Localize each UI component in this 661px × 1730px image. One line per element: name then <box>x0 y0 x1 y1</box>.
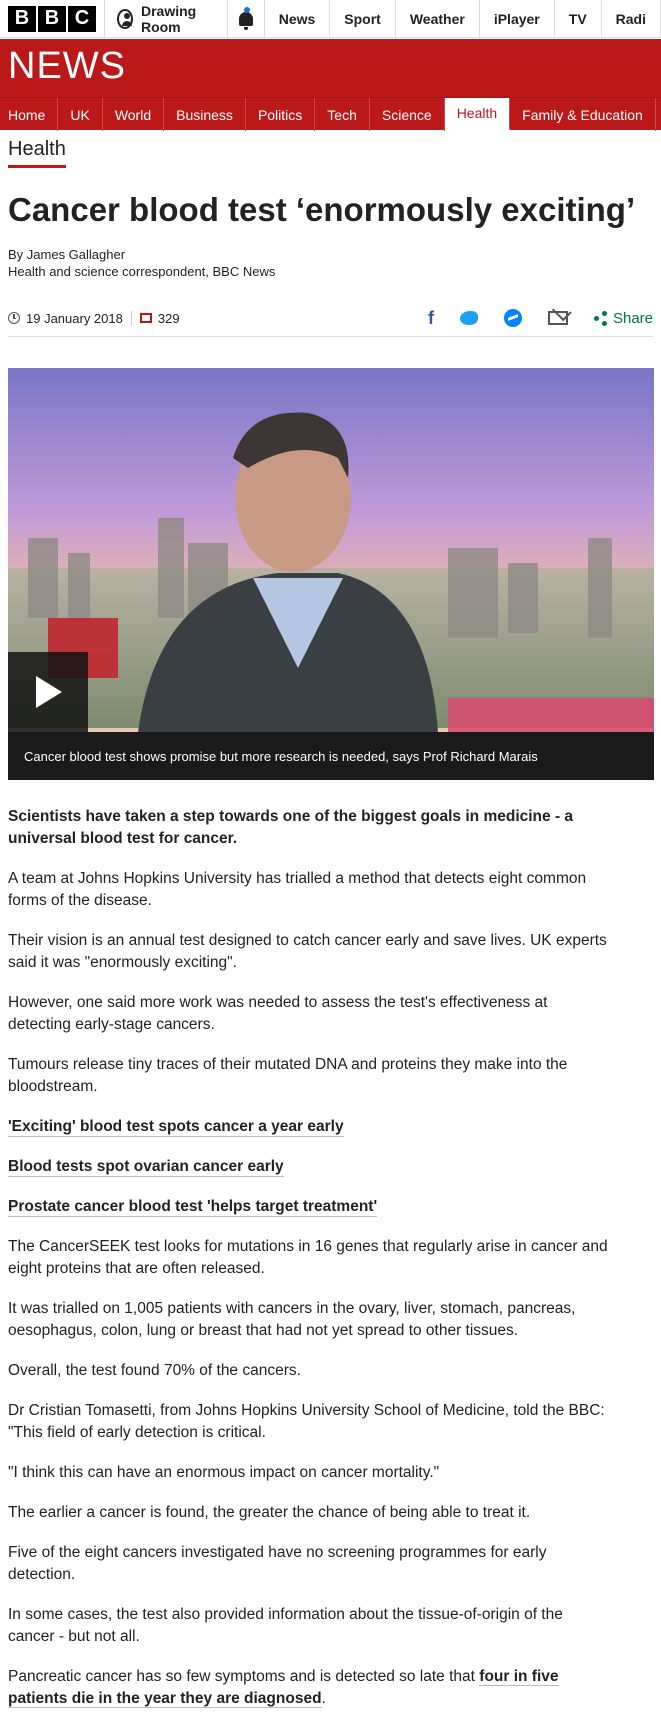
meta-divider-line <box>8 336 653 337</box>
article-intro: Scientists have taken a step towards one… <box>8 808 574 847</box>
global-link-radio[interactable]: Radi <box>602 0 661 37</box>
bell-icon <box>238 11 253 30</box>
related-link[interactable]: Prostate cancer blood test 'helps target… <box>8 1196 608 1218</box>
paragraph: A team at Johns Hopkins University has t… <box>8 870 587 909</box>
paragraph: Their vision is an annual test designed … <box>8 932 607 971</box>
news-logo[interactable]: NEWS <box>8 45 126 88</box>
paragraph-text: . <box>321 1690 326 1707</box>
global-link-news[interactable]: News <box>265 0 331 37</box>
nav-item-world[interactable]: World <box>103 98 165 131</box>
article-body: Scientists have taken a step towards one… <box>8 806 608 1728</box>
paragraph: Pancreatic cancer has so few symptoms an… <box>8 1666 608 1710</box>
paragraph-text: Pancreatic cancer has so few symptoms an… <box>8 1668 480 1685</box>
global-link-iplayer[interactable]: iPlayer <box>480 0 555 37</box>
related-link[interactable]: Blood tests spot ovarian cancer early <box>8 1156 608 1178</box>
messenger-icon[interactable] <box>503 309 522 327</box>
account-label: Drawing Room <box>140 2 197 35</box>
paragraph: It was trialled on 1,005 patients with c… <box>8 1300 576 1339</box>
nav-item-uk[interactable]: UK <box>58 98 103 131</box>
paragraph: However, one said more work was needed t… <box>8 994 548 1033</box>
related-link[interactable]: 'Exciting' blood test spots cancer a yea… <box>8 1116 608 1138</box>
share-tools: f Share <box>428 300 653 336</box>
paragraph: The earlier a cancer is found, the great… <box>8 1504 531 1521</box>
nav-item-business[interactable]: Business <box>164 98 246 131</box>
article-headline: Cancer blood test ‘enormously exciting’ <box>8 191 636 228</box>
share-button[interactable]: Share <box>593 309 653 327</box>
notification-dot <box>243 7 250 13</box>
section-nav: Home UK World Business Politics Tech Sci… <box>0 97 661 131</box>
nav-item-politics[interactable]: Politics <box>246 98 316 131</box>
related-link-text[interactable]: 'Exciting' blood test spots cancer a yea… <box>8 1118 344 1137</box>
video-player[interactable]: Cancer blood test shows promise but more… <box>8 368 654 780</box>
paragraph: Dr Cristian Tomasetti, from Johns Hopkin… <box>8 1402 605 1441</box>
related-link-text[interactable]: Prostate cancer blood test 'helps target… <box>8 1198 378 1217</box>
nav-item-family-education[interactable]: Family & Education <box>510 98 656 131</box>
account-link[interactable]: Drawing Room <box>105 0 228 37</box>
paragraph: Overall, the test found 70% of the cance… <box>8 1362 301 1379</box>
bbc-logo-letter: C <box>68 5 96 32</box>
related-link-text[interactable]: Blood tests spot ovarian cancer early <box>8 1158 284 1177</box>
video-still <box>8 368 654 780</box>
bbc-logo-letter: B <box>8 5 36 32</box>
user-icon <box>117 8 133 29</box>
share-icon <box>593 311 608 326</box>
email-icon[interactable] <box>547 311 568 325</box>
global-link-tv[interactable]: TV <box>555 0 602 37</box>
facebook-icon[interactable]: f <box>428 308 434 329</box>
global-nav: B B C Drawing Room News Sport Weather iP… <box>0 0 661 38</box>
paragraph: In some cases, the test also provided in… <box>8 1606 563 1645</box>
nav-item-tech[interactable]: Tech <box>315 98 370 131</box>
notifications-button[interactable] <box>228 0 265 37</box>
global-link-sport[interactable]: Sport <box>330 0 396 37</box>
comment-count[interactable]: 329 <box>158 311 180 326</box>
global-links: News Sport Weather iPlayer TV Radi <box>265 0 661 37</box>
comments-icon[interactable] <box>139 313 152 323</box>
paragraph: Tumours release tiny traces of their mut… <box>8 1056 568 1095</box>
paragraph: Five of the eight cancers investigated h… <box>8 1544 547 1583</box>
nav-item-health[interactable]: Health <box>444 98 511 131</box>
nav-item-home[interactable]: Home <box>0 98 59 131</box>
video-caption: Cancer blood test shows promise but more… <box>8 732 654 780</box>
bbc-logo[interactable]: B B C <box>0 0 105 37</box>
nav-item-science[interactable]: Science <box>370 98 445 131</box>
meta-divider <box>130 311 132 325</box>
clock-icon <box>8 312 20 324</box>
article-meta: 19 January 2018 329 f Share <box>8 300 653 336</box>
bbc-logo-letter: B <box>38 5 66 32</box>
paragraph: The CancerSEEK test looks for mutations … <box>8 1238 608 1277</box>
byline-role: Health and science correspondent, BBC Ne… <box>8 264 276 279</box>
share-label: Share <box>612 309 653 327</box>
twitter-icon[interactable] <box>459 311 478 325</box>
byline-name: By James Gallagher <box>8 247 126 262</box>
global-link-weather[interactable]: Weather <box>396 0 480 37</box>
section-label[interactable]: Health <box>8 138 66 168</box>
news-banner: NEWS <box>0 39 661 97</box>
article-date: 19 January 2018 <box>26 310 123 326</box>
byline: By James Gallagher Health and science co… <box>8 246 275 280</box>
paragraph: "I think this can have an enormous impac… <box>8 1464 440 1481</box>
play-button[interactable] <box>8 652 88 732</box>
